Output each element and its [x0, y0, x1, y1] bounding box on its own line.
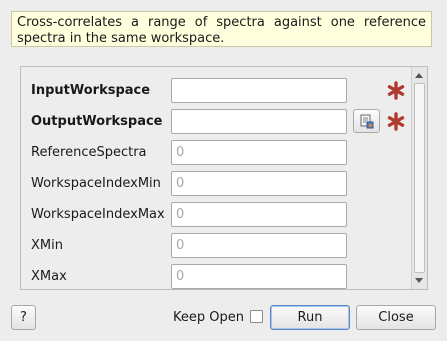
required-star-icon — [387, 79, 405, 101]
outputworkspace-field[interactable] — [171, 109, 347, 134]
property-row-workspaceindexmin: WorkspaceIndexMin — [21, 171, 411, 197]
property-row-workspaceindexmax: WorkspaceIndexMax — [21, 202, 411, 228]
property-label-workspaceindexmax: WorkspaceIndexMax — [31, 207, 165, 222]
workspace-browse-icon — [360, 114, 374, 129]
property-row-referencespectra: ReferenceSpectra — [21, 140, 411, 166]
property-label-inputworkspace: InputWorkspace — [31, 83, 151, 98]
property-label-outputworkspace: OutputWorkspace — [31, 114, 163, 129]
property-row-outputworkspace: OutputWorkspace — [21, 109, 411, 135]
scroll-down-icon[interactable] — [415, 278, 423, 283]
workspaceindexmax-field[interactable] — [171, 202, 347, 227]
properties-panel: InputWorkspace OutputWorkspace Reference… — [20, 66, 428, 290]
close-button[interactable]: Close — [356, 305, 436, 330]
property-row-inputworkspace: InputWorkspace — [21, 78, 411, 104]
scroll-thumb[interactable] — [414, 83, 425, 273]
workspaceindexmin-field[interactable] — [171, 171, 347, 196]
required-star-icon — [387, 110, 405, 132]
property-label-workspaceindexmin: WorkspaceIndexMin — [31, 176, 161, 191]
keep-open-label: Keep Open — [173, 310, 244, 325]
property-row-xmin: XMin — [21, 233, 411, 259]
property-label-referencespectra: ReferenceSpectra — [31, 145, 147, 160]
property-label-xmin: XMin — [31, 238, 63, 253]
scroll-up-icon[interactable] — [415, 73, 423, 78]
help-button[interactable]: ? — [11, 305, 36, 330]
property-label-xmax: XMax — [31, 269, 67, 284]
workspace-browse-button[interactable] — [353, 109, 380, 133]
algorithm-description: Cross-correlates a range of spectra agai… — [11, 11, 432, 47]
xmax-field[interactable] — [171, 264, 347, 289]
properties-scrollbar[interactable] — [411, 67, 427, 289]
inputworkspace-field[interactable] — [171, 78, 347, 103]
referencespectra-field[interactable] — [171, 140, 347, 165]
xmin-field[interactable] — [171, 233, 347, 258]
property-row-xmax: XMax — [21, 264, 411, 289]
keep-open-checkbox[interactable] — [250, 310, 263, 323]
run-button[interactable]: Run — [270, 305, 350, 330]
